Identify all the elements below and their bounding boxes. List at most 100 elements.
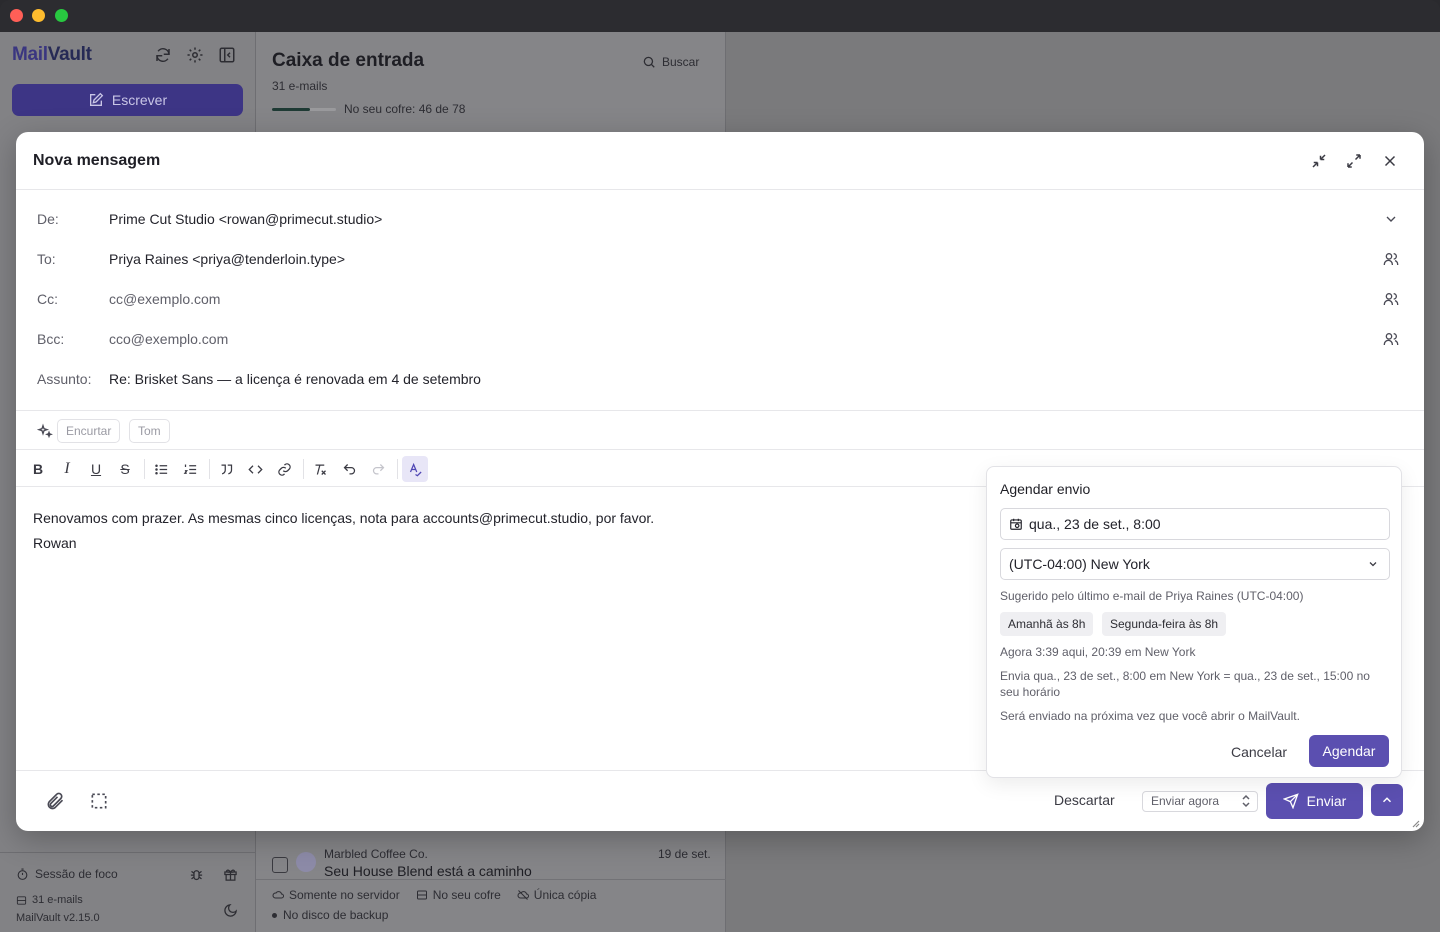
row-subject: Seu House Blend está a caminho: [324, 863, 532, 879]
send-icon: [1282, 793, 1299, 809]
subject-field[interactable]: Assunto: Re: Brisket Sans — a licença é …: [16, 360, 1424, 400]
compose-title: Nova mensagem: [33, 152, 161, 169]
compose-button[interactable]: Escrever: [12, 84, 243, 116]
bcc-input[interactable]: cco@exemplo.com: [109, 331, 228, 347]
send-time-conversion: Envia qua., 23 de set., 8:00 em New York…: [1000, 669, 1370, 699]
resize-handle-icon[interactable]: [1408, 816, 1420, 828]
cloud-off-icon: [517, 889, 529, 901]
compose-label: Escrever: [111, 92, 168, 108]
archive-icon: [16, 895, 27, 906]
vault-status: No seu cofre: 46 de 78: [344, 102, 466, 116]
to-value[interactable]: Priya Raines <priya@tenderloin.type>: [109, 251, 345, 267]
inbox-count: 31 e-mails: [272, 79, 328, 93]
list-item[interactable]: Marbled Coffee Co. Seu House Blend está …: [256, 832, 726, 880]
schedule-popover: Agendar envio qua., 23 de set., 8:00 (UT…: [986, 466, 1402, 778]
quick-pick-monday[interactable]: Segunda-feira às 8h: [1102, 612, 1227, 636]
refresh-icon[interactable]: [154, 46, 174, 66]
subject-input[interactable]: Re: Brisket Sans — a licença é renovada …: [109, 371, 481, 387]
undo-button[interactable]: [337, 457, 361, 481]
timer-icon: [16, 868, 29, 881]
clear-format-button[interactable]: [308, 457, 332, 481]
sidebar-footer: Sessão de foco 31 e-mails MailVault v2.1…: [0, 852, 256, 932]
send-mode-select[interactable]: Enviar agora: [1142, 791, 1258, 812]
minimize-window-button[interactable]: [32, 9, 45, 22]
to-field[interactable]: To: Priya Raines <priya@tenderloin.type>: [16, 240, 1424, 280]
tone-button[interactable]: Tom: [129, 419, 170, 443]
search-icon: [642, 55, 656, 69]
cloud-icon: [272, 889, 284, 901]
schedule-toggle-button[interactable]: [1371, 784, 1403, 816]
compose-modal: Nova mensagem De: Prime Cut Studio <rowa…: [16, 132, 1424, 831]
email-count: 31 e-mails: [16, 894, 83, 906]
app-version: MailVault v2.15.0: [16, 912, 100, 924]
app-window: MailVault Escrever Sessão de foco 31 e-m…: [0, 32, 1440, 932]
app-logo: MailVault: [12, 44, 92, 65]
bullet-list-button[interactable]: [149, 457, 173, 481]
body-line: Renovamos com prazer. As mesmas cinco li…: [33, 510, 655, 526]
close-icon[interactable]: [1381, 152, 1399, 170]
collapse-sidebar-icon[interactable]: [218, 46, 238, 66]
message-body[interactable]: Renovamos com prazer. As mesmas cinco li…: [33, 506, 654, 556]
quick-pick-tomorrow[interactable]: Amanhã às 8h: [1000, 612, 1094, 636]
compose-footer: Descartar Enviar agora Enviar: [16, 770, 1424, 831]
bold-button[interactable]: B: [26, 457, 50, 481]
minimize-icon[interactable]: [1310, 152, 1328, 170]
bug-icon[interactable]: [189, 867, 204, 882]
timezone-select[interactable]: (UTC-04:00) New York: [1000, 548, 1390, 580]
select-area-icon[interactable]: [89, 791, 109, 811]
contacts-icon[interactable]: [1383, 291, 1399, 307]
vault-progress-bar: [272, 108, 336, 111]
chevron-updown-icon: [1241, 794, 1251, 808]
quote-button[interactable]: [214, 457, 238, 481]
status-dot: [272, 912, 277, 918]
zoom-window-button[interactable]: [55, 9, 68, 22]
compose-header: Nova mensagem: [16, 132, 1424, 190]
calendar-clock-icon: [1009, 517, 1023, 531]
focus-session[interactable]: Sessão de foco: [16, 867, 118, 881]
from-value[interactable]: Prime Cut Studio <rowan@primecut.studio>: [109, 211, 382, 227]
contacts-icon[interactable]: [1383, 331, 1399, 347]
cc-label: Cc:: [37, 291, 58, 307]
discard-button[interactable]: Descartar: [1054, 792, 1115, 808]
archive-icon: [416, 889, 428, 901]
cancel-button[interactable]: Cancelar: [1231, 744, 1287, 760]
expand-icon[interactable]: [1345, 152, 1363, 170]
numbered-list-button[interactable]: [178, 457, 202, 481]
close-window-button[interactable]: [10, 9, 23, 22]
chevron-down-icon: [1367, 558, 1379, 570]
row-checkbox[interactable]: [272, 857, 288, 873]
spellcheck-button[interactable]: [402, 456, 428, 482]
from-field[interactable]: De: Prime Cut Studio <rowan@primecut.stu…: [16, 200, 1424, 240]
schedule-date-input[interactable]: qua., 23 de set., 8:00: [1000, 508, 1390, 540]
cc-field[interactable]: Cc: cc@exemplo.com: [16, 280, 1424, 320]
schedule-button[interactable]: Agendar: [1309, 735, 1389, 767]
contacts-icon[interactable]: [1383, 251, 1399, 267]
to-label: To:: [37, 251, 56, 267]
subject-label: Assunto:: [37, 371, 92, 387]
row-tags: Somente no servidor No seu cofre Única c…: [272, 888, 596, 902]
italic-button[interactable]: I: [55, 457, 79, 481]
cc-input[interactable]: cc@exemplo.com: [109, 291, 220, 307]
current-time-text: Agora 3:39 aqui, 20:39 em New York: [1000, 645, 1196, 659]
redo-button[interactable]: [366, 457, 390, 481]
tag-server: Somente no servidor: [272, 888, 400, 902]
gear-icon[interactable]: [186, 46, 206, 66]
schedule-title: Agendar envio: [1000, 481, 1091, 497]
shorten-button[interactable]: Encurtar: [57, 419, 121, 443]
ai-assist-bar: Encurtar Tom: [16, 410, 1424, 450]
search-button[interactable]: Buscar: [642, 55, 699, 69]
bcc-field[interactable]: Bcc: cco@exemplo.com: [16, 320, 1424, 360]
moon-icon[interactable]: [223, 903, 238, 918]
strikethrough-button[interactable]: S: [113, 457, 137, 481]
send-button[interactable]: Enviar: [1266, 783, 1363, 819]
chevron-down-icon[interactable]: [1383, 211, 1399, 227]
row-sender: Marbled Coffee Co.: [324, 847, 428, 861]
underline-button[interactable]: U: [84, 457, 108, 481]
bcc-label: Bcc:: [37, 331, 65, 347]
link-button[interactable]: [272, 457, 296, 481]
code-button[interactable]: [243, 457, 267, 481]
paperclip-icon[interactable]: [45, 791, 65, 811]
gift-icon[interactable]: [223, 867, 238, 882]
chevron-up-icon: [1380, 793, 1394, 807]
cloud-icon: [296, 852, 316, 872]
